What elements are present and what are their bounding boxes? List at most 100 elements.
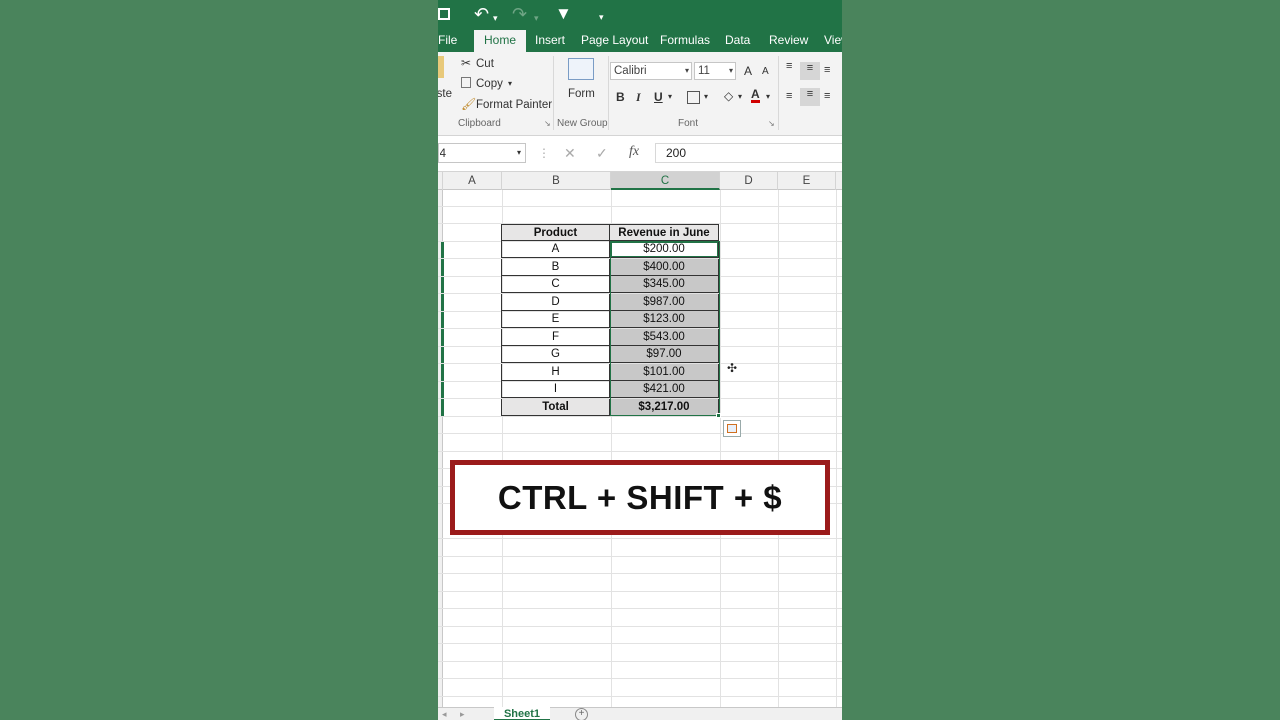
align-top-icon[interactable]: ≡ [786,60,792,72]
formula-input[interactable]: 200 [655,143,842,163]
tab-page-layout[interactable]: Page Layout [581,30,648,52]
font-name-value: Calibri [614,65,647,77]
chevron-down-icon[interactable]: ▾ [738,92,742,101]
tab-review[interactable]: Review [769,30,808,52]
column-header-c[interactable]: C [611,172,720,190]
chevron-down-icon[interactable]: ▾ [766,92,770,101]
dialog-launcher-icon[interactable]: ↘ [768,119,775,128]
tab-file[interactable]: File [438,30,457,52]
gridline [438,451,842,452]
table-cell-product[interactable]: A [501,241,610,258]
table-cell-revenue[interactable]: $987.00 [610,293,719,311]
table-cell-product[interactable]: G [501,346,610,363]
chevron-down-icon[interactable]: ▾ [668,92,672,101]
gridline [836,190,837,707]
chevron-down-icon[interactable]: ▾ [704,92,708,101]
format-painter-icon: 🖌 [461,97,477,111]
font-color-icon[interactable]: A [751,88,760,103]
font-size-combo[interactable]: 11 ▾ [694,62,736,80]
table-cell-revenue[interactable]: $543.00 [610,328,719,346]
name-box[interactable]: C4 C4 ▾ [438,143,526,163]
table-cell-product[interactable]: I [501,381,610,398]
next-sheet-icon[interactable]: ▸ [460,709,465,720]
group-separator [778,56,779,130]
add-sheet-icon[interactable]: + [575,708,588,720]
table-cell-product[interactable]: B [501,258,610,276]
table-cell-product[interactable]: D [501,293,610,311]
group-label-clipboard: Clipboard [458,118,501,129]
underline-button[interactable]: U [654,90,663,104]
table-cell-product[interactable]: E [501,311,610,328]
table-cell-revenue-active[interactable]: $200.00 [610,241,719,258]
column-header-a[interactable]: A [443,172,502,190]
fill-color-icon[interactable]: ◇ [724,89,733,103]
table-total-label[interactable]: Total [501,398,610,416]
shrink-font-icon[interactable]: A [762,66,769,77]
insert-function-icon[interactable]: fx [629,144,639,160]
quick-analysis-icon [727,424,737,433]
bold-button[interactable]: B [616,90,625,104]
chevron-down-icon[interactable]: ▾ [508,79,512,88]
align-bottom-icon[interactable]: ≡ [824,64,830,76]
tab-home[interactable]: Home [474,30,527,52]
tab-view[interactable]: View [824,30,842,52]
copy-button[interactable]: Copy [476,78,503,90]
table-cell-product[interactable]: F [501,328,610,346]
filter-icon[interactable]: ▼ [555,4,572,24]
formula-value: 200 [666,146,687,160]
gridline [438,661,842,662]
title-bar: ↶ ▾ ↷ ▾ ▼ ▾ [438,0,842,30]
save-icon[interactable] [438,8,450,20]
table-header-revenue[interactable]: Revenue in June [610,224,719,241]
align-left-icon[interactable]: ≡ [786,90,792,102]
customize-qat-icon[interactable]: ▾ [599,7,604,27]
dialog-launcher-icon[interactable]: ↘ [544,119,551,128]
chevron-down-icon[interactable]: ▾ [493,8,498,28]
align-right-icon[interactable]: ≡ [824,90,830,102]
align-center-icon[interactable]: ≡ [800,88,820,106]
table-cell-revenue[interactable]: $345.00 [610,276,719,293]
table-header-product[interactable]: Product [501,224,610,241]
form-button[interactable]: Form [568,88,595,100]
name-box-value-visible: C4 [440,144,446,162]
table-cell-revenue[interactable]: $421.00 [610,381,719,398]
enter-icon[interactable]: ✓ [596,145,608,162]
prev-sheet-icon[interactable]: ◂ [442,709,447,720]
paste-button[interactable]: Paste [438,88,452,100]
undo-icon[interactable]: ↶ [474,4,489,24]
tab-insert[interactable]: Insert [535,30,565,52]
tab-formulas[interactable]: Formulas [660,30,710,52]
table-cell-revenue[interactable]: $97.00 [610,346,719,363]
align-middle-icon[interactable]: ≡ [800,62,820,80]
table-total-value[interactable]: $3,217.00 [610,398,719,416]
shortcut-text: CTRL + SHIFT + $ [497,479,783,516]
font-name-combo[interactable]: Calibri ▾ [610,62,692,80]
table-cell-product[interactable]: H [501,363,610,381]
column-header-b[interactable]: B [502,172,611,190]
cut-button[interactable]: Cut [476,58,494,70]
gridline [438,433,842,434]
table-cell-revenue[interactable]: $123.00 [610,311,719,328]
table-cell-product[interactable]: C [501,276,610,293]
sheet-tab-label: Sheet1 [503,708,541,720]
fill-handle[interactable] [716,413,721,418]
table-cell-revenue[interactable]: $400.00 [610,258,719,276]
gridline [720,190,721,707]
italic-button[interactable]: I [636,90,641,105]
chevron-down-icon: ▾ [684,66,689,75]
column-header-e[interactable]: E [778,172,836,190]
gridline [778,190,779,707]
table-cell-revenue[interactable]: $101.00 [610,363,719,381]
borders-icon[interactable] [687,91,700,104]
sheet-tab-sheet1[interactable]: Sheet1 [494,707,550,720]
gridline [438,608,842,609]
quick-analysis-button[interactable] [723,420,741,437]
gridline [438,573,842,574]
column-header-d[interactable]: D [720,172,778,190]
cancel-icon[interactable]: ✕ [564,145,576,162]
tab-data[interactable]: Data [725,30,750,52]
format-painter-button[interactable]: Format Painter [476,99,552,111]
grow-font-icon[interactable]: A [744,64,752,78]
chevron-down-icon[interactable]: ▾ [534,8,539,28]
redo-icon[interactable]: ↷ [512,4,527,24]
